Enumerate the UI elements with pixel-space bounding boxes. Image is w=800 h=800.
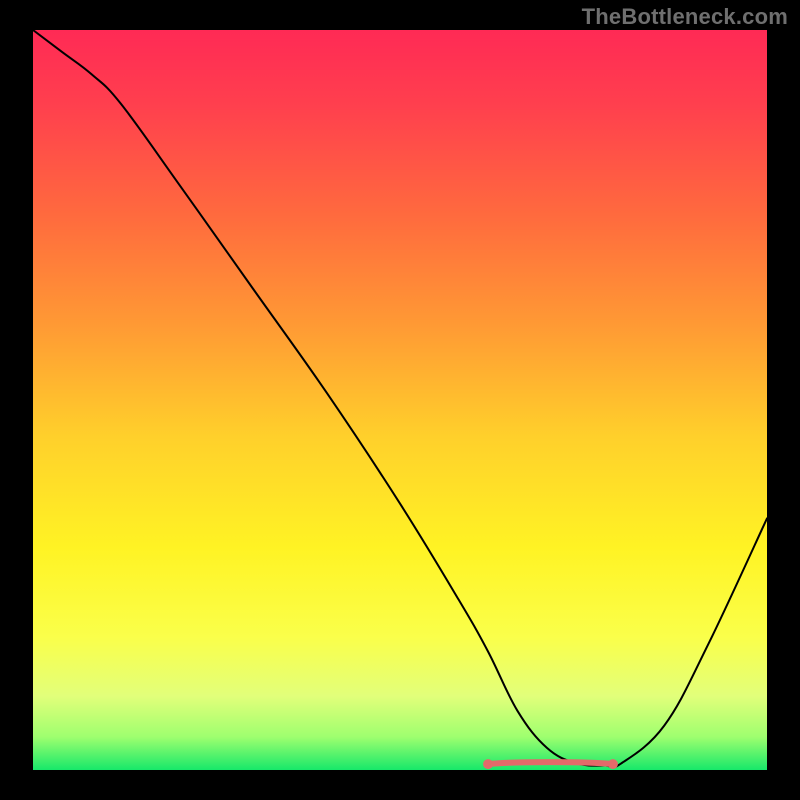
bottleneck-curve-plot [0,0,800,800]
gradient-background [33,30,767,770]
chart-stage: TheBottleneck.com [0,0,800,800]
watermark-text: TheBottleneck.com [582,4,788,30]
